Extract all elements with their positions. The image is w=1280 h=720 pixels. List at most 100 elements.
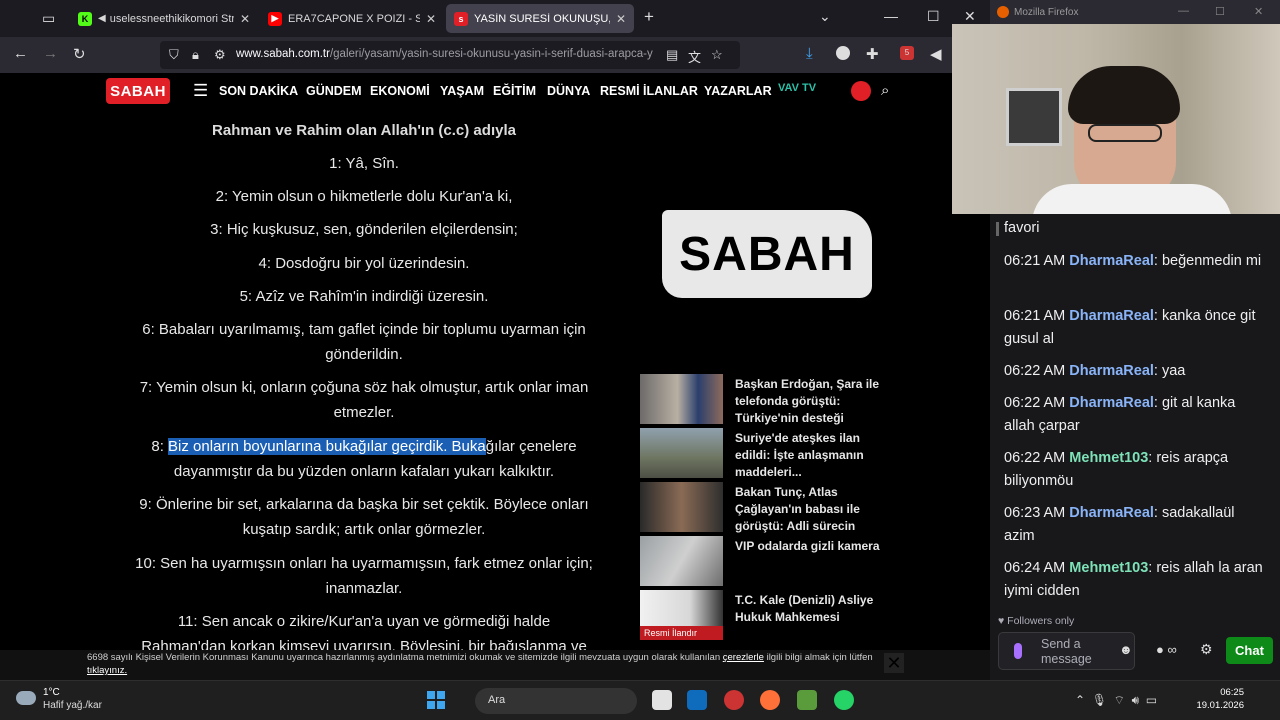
- bits-icon[interactable]: ● ∞: [1156, 642, 1177, 657]
- nav-yazarlar[interactable]: YAZARLAR: [704, 84, 772, 98]
- volume-icon[interactable]: ◀: [930, 45, 942, 63]
- cloud-icon: [16, 691, 36, 705]
- translate-icon[interactable]: 文: [688, 47, 701, 66]
- task-view-icon[interactable]: [652, 690, 672, 710]
- news-thumbnail[interactable]: [640, 482, 723, 532]
- news-thumbnail[interactable]: [640, 428, 723, 478]
- minimize-icon[interactable]: —: [884, 8, 898, 24]
- nav-ekonomi[interactable]: EKONOMİ: [370, 84, 430, 98]
- nav-egitim[interactable]: EĞİTİM: [493, 84, 536, 98]
- system-tray[interactable]: ⌃ 🎙︎ ⌔ 🔊︎ ▭: [1075, 693, 1157, 708]
- verse-1: 1: Yâ, Sîn.: [329, 155, 399, 172]
- followers-only-label: ♥ Followers only: [998, 615, 1075, 627]
- minimize-icon[interactable]: —: [1178, 5, 1189, 17]
- news-title[interactable]: Bakan Tunç, Atlas Çağlayan'ın babası ile…: [735, 484, 895, 535]
- chat-messages: favori 06:21 AM DharmaReal: beğenmedin m…: [990, 214, 1280, 614]
- news-item[interactable]: Suriye'de ateşkes ilan edildi: İşte anla…: [640, 428, 900, 480]
- chat-username[interactable]: DharmaReal: [1069, 505, 1154, 521]
- sabah-logo[interactable]: SABAH: [106, 78, 170, 104]
- close-tab-icon[interactable]: ✕: [426, 12, 436, 26]
- minecraft-icon[interactable]: [797, 690, 817, 710]
- url-bar[interactable]: ⛉ 🔒︎ ⚙ www.sabah.com.tr/galeri/yasam/yas…: [160, 41, 740, 69]
- forward-arrow-icon[interactable]: →: [43, 45, 58, 62]
- hamburger-menu-icon[interactable]: ☰: [193, 81, 208, 101]
- tab-kick[interactable]: K ◀ uselessneethikikomori Strea ✕: [70, 4, 258, 33]
- back-arrow-icon[interactable]: ←: [13, 45, 28, 62]
- clock[interactable]: 06:25 19.01.2026: [1196, 686, 1244, 712]
- chat-username[interactable]: DharmaReal: [1069, 363, 1154, 379]
- permissions-icon[interactable]: ⚙: [214, 47, 226, 63]
- bookmark-star-icon[interactable]: ☆: [711, 47, 723, 63]
- chat-username[interactable]: Mehmet103: [1069, 560, 1148, 576]
- verse-6: 6: Babaları uyarılmamış, tam gaflet için…: [142, 321, 586, 363]
- chat-message: favori: [1004, 220, 1040, 236]
- whatsapp-icon[interactable]: [834, 690, 854, 710]
- search-icon[interactable]: ⌕: [881, 82, 889, 99]
- tab-overview-icon[interactable]: ▭: [42, 10, 55, 27]
- news-title[interactable]: T.C. Kale (Denizli) Asliye Hukuk Mahkeme…: [735, 592, 895, 626]
- close-tab-icon[interactable]: ✕: [616, 12, 626, 26]
- close-window-icon[interactable]: ✕: [964, 8, 976, 25]
- firefox-icon[interactable]: [760, 690, 780, 710]
- news-title[interactable]: Başkan Erdoğan, Şara ile telefonda görüş…: [735, 376, 895, 427]
- click-here-link[interactable]: tıklayınız.: [87, 665, 127, 676]
- verse-5: 5: Azîz ve Rahîm'in indirdiği üzeresin.: [239, 288, 489, 305]
- news-title[interactable]: VIP odalarda gizli kamera: [735, 538, 895, 555]
- gear-icon[interactable]: ⚙: [1200, 641, 1213, 658]
- verse-7: 7: Yemin olsun ki, onların çoğuna söz ha…: [139, 379, 589, 421]
- app-icon[interactable]: [724, 690, 744, 710]
- outlook-icon[interactable]: [687, 690, 707, 710]
- emoji-icon[interactable]: ☻: [1119, 642, 1133, 657]
- maximize-icon[interactable]: ☐: [1215, 5, 1225, 18]
- sabah-badge-icon[interactable]: [851, 81, 871, 101]
- nav-resmi-ilanlar[interactable]: RESMİ İLANLAR: [600, 84, 698, 98]
- microphone-icon[interactable]: [1014, 643, 1022, 659]
- nav-son-dakika[interactable]: SON DAKİKA: [219, 84, 298, 98]
- ublock-icon[interactable]: [836, 46, 850, 60]
- reader-view-icon[interactable]: ▤: [666, 47, 678, 63]
- download-icon[interactable]: ⤓: [806, 45, 813, 62]
- lock-icon[interactable]: 🔒︎: [192, 47, 199, 63]
- news-item[interactable]: Başkan Erdoğan, Şara ile telefonda görüş…: [640, 374, 900, 426]
- chat-scrollbar[interactable]: [996, 222, 999, 236]
- browser-tab-bar: ▭ K ◀ uselessneethikikomori Strea ✕ ▶ ER…: [0, 0, 990, 37]
- youtube-icon: ▶: [268, 11, 282, 26]
- shield-icon[interactable]: ⛉: [169, 47, 179, 63]
- chat-send-button[interactable]: Chat: [1226, 637, 1273, 664]
- chat-username[interactable]: DharmaReal: [1069, 253, 1154, 269]
- speaker-icon[interactable]: ◀: [98, 13, 106, 24]
- close-icon[interactable]: ✕: [884, 653, 904, 673]
- tab-list-chevron-icon[interactable]: ⌄: [819, 8, 831, 25]
- chat-username[interactable]: DharmaReal: [1069, 308, 1154, 324]
- tab-youtube[interactable]: ▶ ERA7CAPONE X POIZI - SONBA ✕: [260, 4, 444, 33]
- news-item[interactable]: Bakan Tunç, Atlas Çağlayan'ın babası ile…: [640, 482, 900, 534]
- url-text: www.sabah.com.tr/galeri/yasam/yasin-sure…: [236, 48, 653, 60]
- tab-label: YASİN SURESİ OKUNUŞU, Yasin: [474, 12, 610, 25]
- windows-start-icon[interactable]: [427, 691, 445, 709]
- close-tab-icon[interactable]: ✕: [240, 12, 250, 26]
- extensions-icon[interactable]: ✚: [866, 45, 879, 63]
- nav-gundem[interactable]: GÜNDEM: [306, 84, 362, 98]
- news-title[interactable]: Suriye'de ateşkes ilan edildi: İşte anla…: [735, 430, 895, 481]
- cookies-link[interactable]: çerezlerle: [723, 652, 764, 663]
- taskbar-search[interactable]: Ara: [475, 688, 637, 714]
- resmi-ilan-badge: Resmi İlandır: [640, 626, 723, 640]
- tab-sabah-active[interactable]: s YASİN SURESİ OKUNUŞU, Yasin ✕: [446, 4, 634, 33]
- chat-input[interactable]: Send a message ☻: [998, 632, 1135, 670]
- sabah-map-logo[interactable]: SABAH: [662, 210, 872, 298]
- chat-username[interactable]: Mehmet103: [1069, 450, 1148, 466]
- nav-dunya[interactable]: DÜNYA: [547, 84, 590, 98]
- maximize-icon[interactable]: ☐: [927, 8, 940, 25]
- chat-username[interactable]: DharmaReal: [1069, 395, 1154, 411]
- news-thumbnail[interactable]: [640, 374, 723, 424]
- kick-icon: K: [78, 11, 92, 26]
- news-item[interactable]: VIP odalarda gizli kamera: [640, 536, 900, 588]
- reload-icon[interactable]: ↻: [73, 45, 86, 63]
- close-window-icon[interactable]: ✕: [1254, 5, 1263, 18]
- news-thumbnail[interactable]: [640, 536, 723, 586]
- extension-badge-icon[interactable]: 5: [900, 46, 914, 60]
- verse-2: 2: Yemin olsun o hikmetlerle dolu Kur'an…: [215, 188, 513, 205]
- vav-tv-logo[interactable]: VAV TV: [778, 82, 816, 94]
- new-tab-button[interactable]: +: [644, 7, 654, 27]
- nav-yasam[interactable]: YAŞAM: [440, 84, 484, 98]
